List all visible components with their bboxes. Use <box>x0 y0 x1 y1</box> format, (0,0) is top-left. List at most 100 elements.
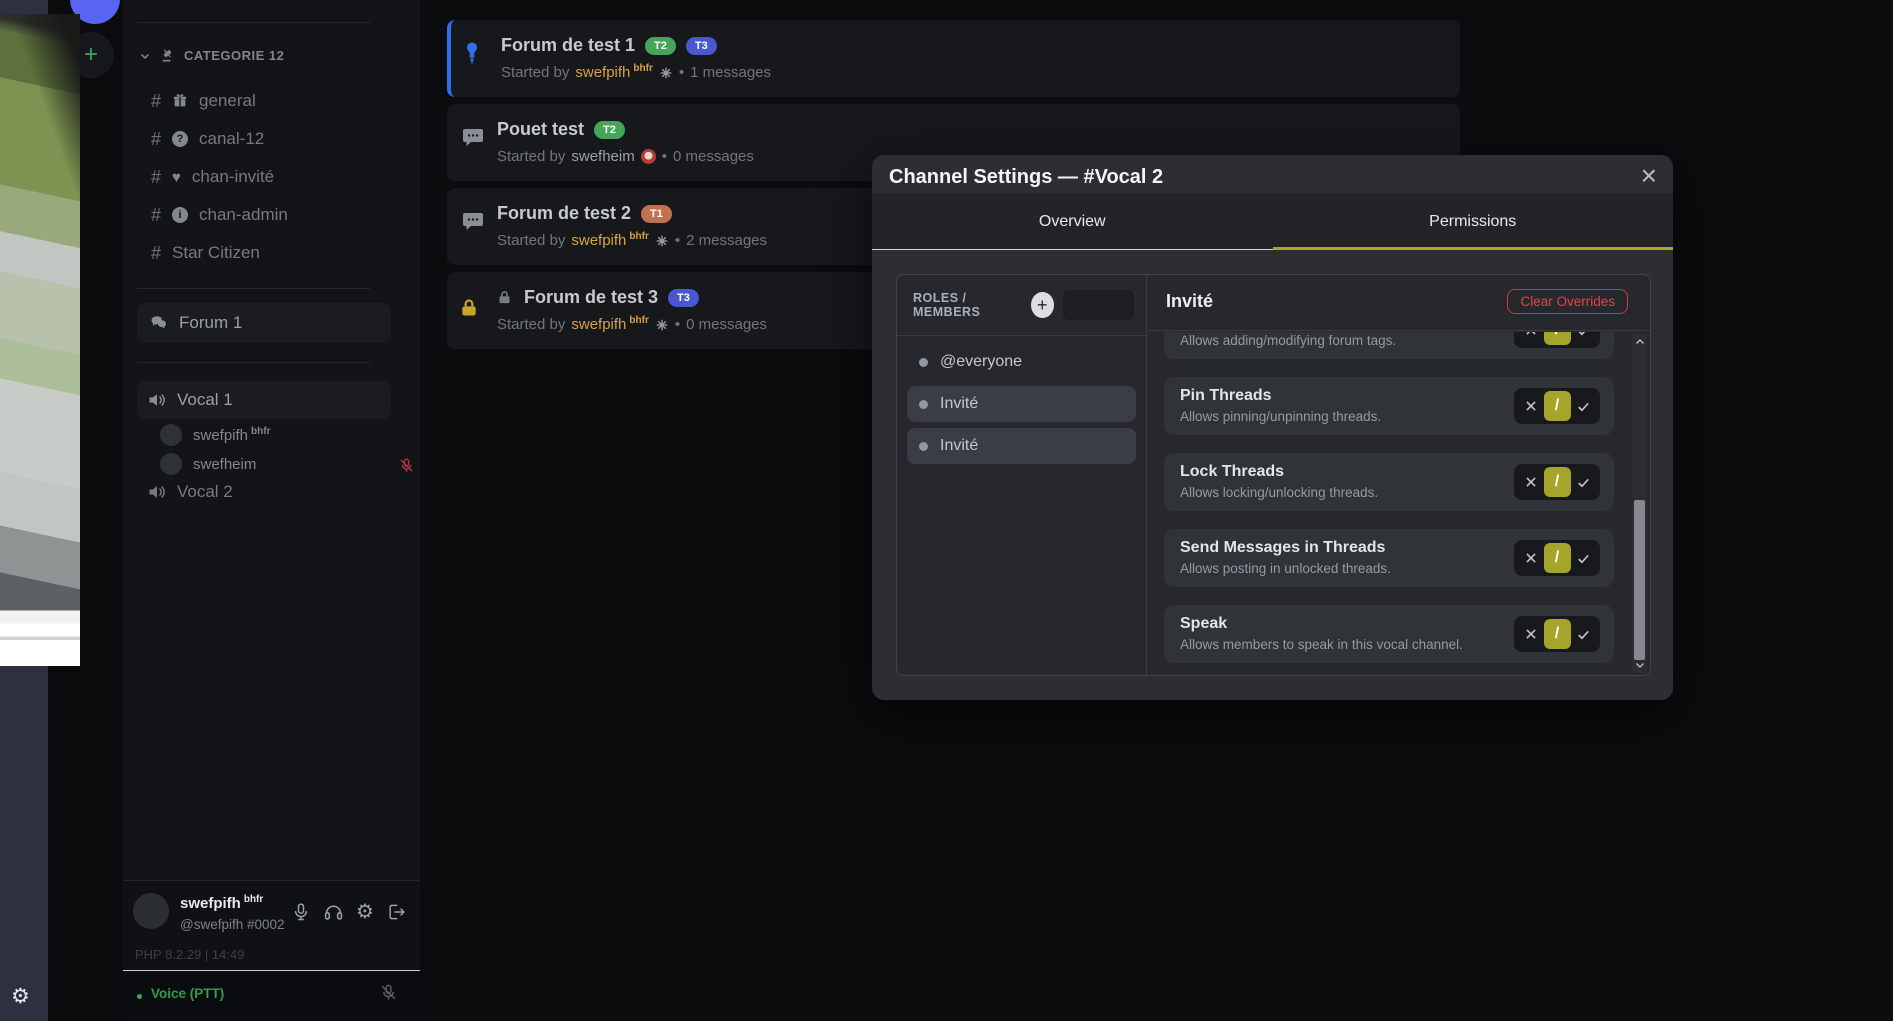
info-icon: i <box>172 207 188 223</box>
mic-muted-icon <box>398 457 415 474</box>
hash-icon: # <box>151 129 161 150</box>
allow-button[interactable] <box>1571 627 1595 642</box>
sidebar-item-chan-admin[interactable]: # i chan-admin <box>123 196 420 234</box>
scroll-down-icon[interactable] <box>1632 659 1647 671</box>
tab-overview[interactable]: Overview <box>872 193 1273 250</box>
allow-button[interactable] <box>1571 399 1595 414</box>
passthrough-button[interactable]: / <box>1544 391 1571 421</box>
role-item-everyone[interactable]: @everyone <box>907 344 1136 380</box>
settings-gear-icon[interactable]: ⚙ <box>11 986 30 1007</box>
sidebar-item-general[interactable]: # general <box>123 82 420 120</box>
permission-toggle: / <box>1514 616 1600 652</box>
role-item-invite[interactable]: Invité <box>907 428 1136 464</box>
post-author: swefpifhbhfr <box>575 64 652 81</box>
permissions-panel: Invité Clear Overrides Allows adding/mod… <box>1148 275 1650 675</box>
sidebar-item-star-citizen[interactable]: # Star Citizen <box>123 234 420 272</box>
voice-status-dot <box>137 994 142 999</box>
app-window: ⚙ + CATEGORIE 12 # general # ? canal-12 <box>0 0 1893 1021</box>
voice-channel-label: Vocal 1 <box>177 390 233 410</box>
voice-mode-bar: Voice (PTT) <box>123 971 420 1021</box>
avatar <box>160 453 182 475</box>
chat-bubble-icon <box>461 126 485 150</box>
bullet: • <box>675 316 680 333</box>
sidebar-item-vocal-1[interactable]: Vocal 1 <box>137 381 391 419</box>
roles-list: @everyone Invité Invité <box>897 336 1146 472</box>
hash-icon: # <box>151 167 161 188</box>
deny-button[interactable] <box>1519 332 1543 337</box>
clear-overrides-button[interactable]: Clear Overrides <box>1507 289 1628 314</box>
channel-name: chan-admin <box>199 205 288 225</box>
tab-permissions[interactable]: Permissions <box>1273 193 1674 250</box>
headphones-icon[interactable] <box>323 901 344 922</box>
role-color-dot <box>919 358 928 367</box>
sidebar-item-forum-1[interactable]: Forum 1 <box>137 303 391 343</box>
avatar <box>160 424 182 446</box>
post-title: Forum de test 1 <box>501 35 635 56</box>
passthrough-button[interactable]: / <box>1544 467 1571 497</box>
permission-row: Pin Threads Allows pinning/unpinning thr… <box>1164 377 1614 435</box>
role-item-invite[interactable]: Invité <box>907 386 1136 422</box>
role-label: Invité <box>940 395 978 413</box>
scroll-up-icon[interactable] <box>1632 336 1647 348</box>
permission-toggle: / <box>1514 540 1600 576</box>
permission-description: Allows pinning/unpinning threads. <box>1180 409 1504 424</box>
scrollbar-thumb[interactable] <box>1634 500 1645 660</box>
allow-button[interactable] <box>1571 551 1595 566</box>
roles-search-box[interactable] <box>1063 290 1134 320</box>
chevron-down-icon <box>139 50 151 62</box>
gear-icon[interactable]: ⚙ <box>356 902 374 922</box>
avatar[interactable] <box>133 893 169 929</box>
passthrough-button[interactable]: / <box>1544 619 1571 649</box>
passthrough-button[interactable]: / <box>1544 332 1571 345</box>
mic-slash-icon[interactable] <box>379 983 398 1002</box>
speaker-icon <box>147 390 167 410</box>
divider <box>137 22 370 23</box>
deny-button[interactable] <box>1519 399 1543 413</box>
selected-role-name: Invité <box>1166 291 1213 312</box>
tag-badge: T3 <box>686 37 717 55</box>
custom-emoji-icon <box>655 318 669 332</box>
permission-row: Send Messages in Threads Allows posting … <box>1164 529 1614 587</box>
hash-icon: # <box>151 91 161 112</box>
voice-user-swefpifh[interactable]: swefpifhbhfr <box>160 424 270 446</box>
plus-icon: + <box>84 41 98 69</box>
sidebar-item-vocal-2[interactable]: Vocal 2 <box>147 482 233 502</box>
custom-emoji-icon <box>659 66 673 80</box>
allow-button[interactable] <box>1571 475 1595 490</box>
user-handle: @swefpifh #0002 <box>180 917 285 932</box>
sidebar-item-chan-invite[interactable]: # ♥ chan-invité <box>123 158 420 196</box>
role-label: @everyone <box>940 353 1022 371</box>
voice-mode-label: Voice (PTT) <box>151 986 224 1001</box>
add-role-button[interactable]: + <box>1031 292 1054 318</box>
permission-toggle: / <box>1514 388 1600 424</box>
user-panel: swefpifhbhfr @swefpifh #0002 ⚙ PHP 8.2.2… <box>123 880 420 1021</box>
deny-button[interactable] <box>1519 627 1543 641</box>
deny-button[interactable] <box>1519 551 1543 565</box>
scrollbar[interactable] <box>1632 334 1647 673</box>
close-icon[interactable]: × <box>1641 160 1657 192</box>
mic-icon[interactable] <box>291 902 311 922</box>
passthrough-button[interactable]: / <box>1544 543 1571 573</box>
permissions-editor: ROLES / MEMBERS + @everyone Invité <box>896 274 1651 676</box>
version-meta: PHP 8.2.29 | 14:49 <box>135 947 244 962</box>
sidebar-item-canal-12[interactable]: # ? canal-12 <box>123 120 420 158</box>
category-row[interactable]: CATEGORIE 12 <box>139 48 284 63</box>
roles-header: ROLES / MEMBERS + <box>897 275 1146 336</box>
permissions-scroll-area: Allows adding/modifying forum tags. / Pi… <box>1148 332 1650 675</box>
allow-button[interactable] <box>1571 332 1595 338</box>
clown-emoji-icon <box>641 149 656 164</box>
post-subtitle: Started by swefheim • 0 messages <box>497 148 754 165</box>
forum-post-card[interactable]: Forum de test 1 T2 T3 Started by swefpif… <box>447 20 1460 97</box>
post-author: swefheim <box>571 148 634 165</box>
logout-icon[interactable] <box>386 902 406 922</box>
deny-button[interactable] <box>1519 475 1543 489</box>
permission-description: Allows adding/modifying forum tags. <box>1180 333 1504 348</box>
permission-toggle: / <box>1514 464 1600 500</box>
message-count: 0 messages <box>686 316 767 333</box>
roles-panel: ROLES / MEMBERS + @everyone Invité <box>897 275 1147 675</box>
gavel-icon <box>160 48 175 63</box>
voice-user-swefheim[interactable]: swefheim <box>160 453 256 475</box>
bullet: • <box>675 232 680 249</box>
photo-preview <box>0 14 80 666</box>
permission-row: Allows adding/modifying forum tags. / <box>1164 332 1614 359</box>
